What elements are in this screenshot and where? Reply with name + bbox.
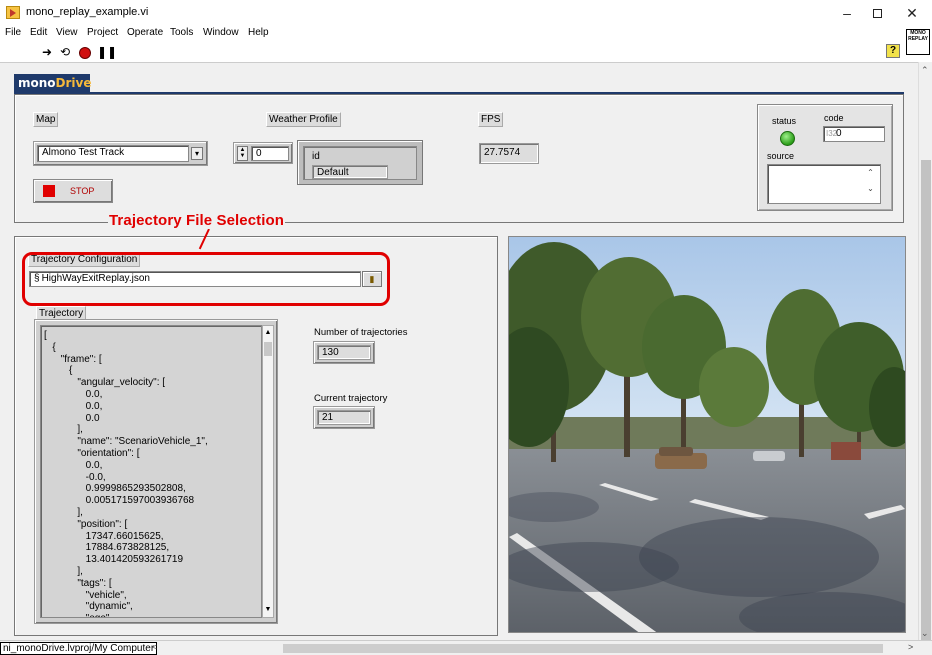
- chevron-down-icon[interactable]: ⌄: [867, 184, 874, 193]
- callout-label: Trajectory File Selection: [108, 212, 286, 229]
- trajectory-text-indicator: [ { "frame": [ { "angular_velocity": [ 0…: [34, 319, 278, 624]
- current-trajectory-indicator: 21: [313, 406, 375, 429]
- pause-icon[interactable]: ❚❚: [97, 45, 117, 59]
- camera-image-display: [508, 236, 906, 633]
- trajectory-scrollbar[interactable]: ▲ ▼: [262, 325, 274, 618]
- weather-index-value[interactable]: 0: [251, 146, 289, 161]
- horizontal-scroll-thumb[interactable]: [283, 644, 883, 653]
- weather-profile-label: Weather Profile: [266, 112, 341, 127]
- labview-vi-icon: [6, 6, 20, 19]
- menu-bar: File Edit View Project Operate Tools Win…: [0, 26, 932, 42]
- menu-tools[interactable]: Tools: [170, 27, 193, 38]
- map-label: Map: [33, 112, 59, 127]
- number-of-trajectories-label: Number of trajectories: [314, 327, 408, 338]
- stop-icon: [43, 185, 55, 197]
- code-label: code: [824, 113, 844, 123]
- chevron-down-icon[interactable]: ▼: [263, 605, 273, 615]
- stop-button-label: STOP: [70, 186, 95, 196]
- run-continuously-icon[interactable]: ⟲: [60, 45, 70, 59]
- status-label: status: [772, 116, 797, 126]
- error-cluster: status code I32 0 source ⌃ ⌄: [757, 104, 893, 211]
- chevron-left-icon[interactable]: <: [152, 642, 157, 652]
- toolbar: ➜ ⟲ ❚❚: [0, 42, 932, 62]
- chevron-down-icon[interactable]: ⌄: [921, 628, 929, 639]
- menu-help[interactable]: Help: [248, 27, 269, 38]
- window-title: mono_replay_example.vi: [26, 6, 149, 18]
- close-icon: ✕: [906, 5, 918, 21]
- increment-decrement-icon[interactable]: ▲ ▼: [237, 146, 248, 161]
- menu-operate[interactable]: Operate: [127, 27, 163, 38]
- fps-value: 27.7574: [479, 143, 539, 164]
- weather-index-control[interactable]: ▲ ▼ 0: [233, 142, 293, 164]
- code-value: I32 0: [823, 126, 885, 142]
- maximize-button[interactable]: [862, 2, 892, 24]
- menu-edit[interactable]: Edit: [30, 27, 47, 38]
- source-scrollbar[interactable]: ⌃ ⌄: [861, 165, 880, 203]
- driving-scene-image: [509, 237, 905, 632]
- close-button[interactable]: ✕: [897, 2, 927, 24]
- monodrive-logo: monoDrive: [14, 74, 92, 92]
- chevron-up-icon[interactable]: ▲: [263, 328, 273, 338]
- run-arrow-icon[interactable]: ➜: [42, 45, 52, 59]
- weather-id-label: id: [312, 151, 320, 162]
- chevron-down-icon[interactable]: ▾: [191, 147, 203, 160]
- menu-file[interactable]: File: [5, 27, 21, 38]
- number-of-trajectories-value: 130: [317, 345, 371, 360]
- chevron-up-icon[interactable]: ⌃: [921, 65, 929, 76]
- vi-connector-icon: MONO REPLAY: [906, 29, 930, 55]
- menu-window[interactable]: Window: [203, 27, 239, 38]
- callout-highlight-box: [22, 252, 390, 306]
- abort-icon[interactable]: [79, 47, 91, 59]
- map-value[interactable]: Almono Test Track: [37, 145, 189, 162]
- source-label: source: [767, 151, 795, 161]
- status-bar: ni_monoDrive.lvproj/My Computer < >: [0, 640, 932, 655]
- panel-vertical-scrollbar[interactable]: ⌃ ⌄: [918, 62, 932, 640]
- menu-view[interactable]: View: [56, 27, 78, 38]
- fps-label: FPS: [478, 112, 504, 127]
- weather-profile-element: id Default: [303, 146, 417, 180]
- stop-button[interactable]: STOP: [33, 179, 113, 203]
- minimize-button[interactable]: –: [832, 2, 862, 24]
- chevron-up-icon[interactable]: ⌃: [867, 168, 874, 177]
- title-bar: mono_replay_example.vi – ✕: [0, 0, 932, 26]
- context-help-button[interactable]: ?: [886, 44, 900, 58]
- maximize-icon: [872, 9, 882, 18]
- scroll-thumb[interactable]: [264, 342, 272, 356]
- current-trajectory-value: 21: [317, 410, 371, 425]
- number-of-trajectories-indicator: 130: [313, 341, 375, 364]
- status-led: [780, 131, 795, 146]
- minimize-icon: –: [843, 5, 851, 21]
- current-trajectory-label: Current trajectory: [314, 393, 388, 404]
- trajectory-json-text: [ { "frame": [ { "angular_velocity": [ 0…: [40, 325, 262, 618]
- chevron-right-icon[interactable]: >: [908, 642, 913, 652]
- menu-project[interactable]: Project: [87, 27, 118, 38]
- weather-profile-value: Default: [312, 165, 388, 179]
- project-path: ni_monoDrive.lvproj/My Computer: [0, 642, 158, 655]
- scroll-thumb[interactable]: [921, 160, 931, 640]
- weather-profile-cluster: id Default: [297, 140, 423, 185]
